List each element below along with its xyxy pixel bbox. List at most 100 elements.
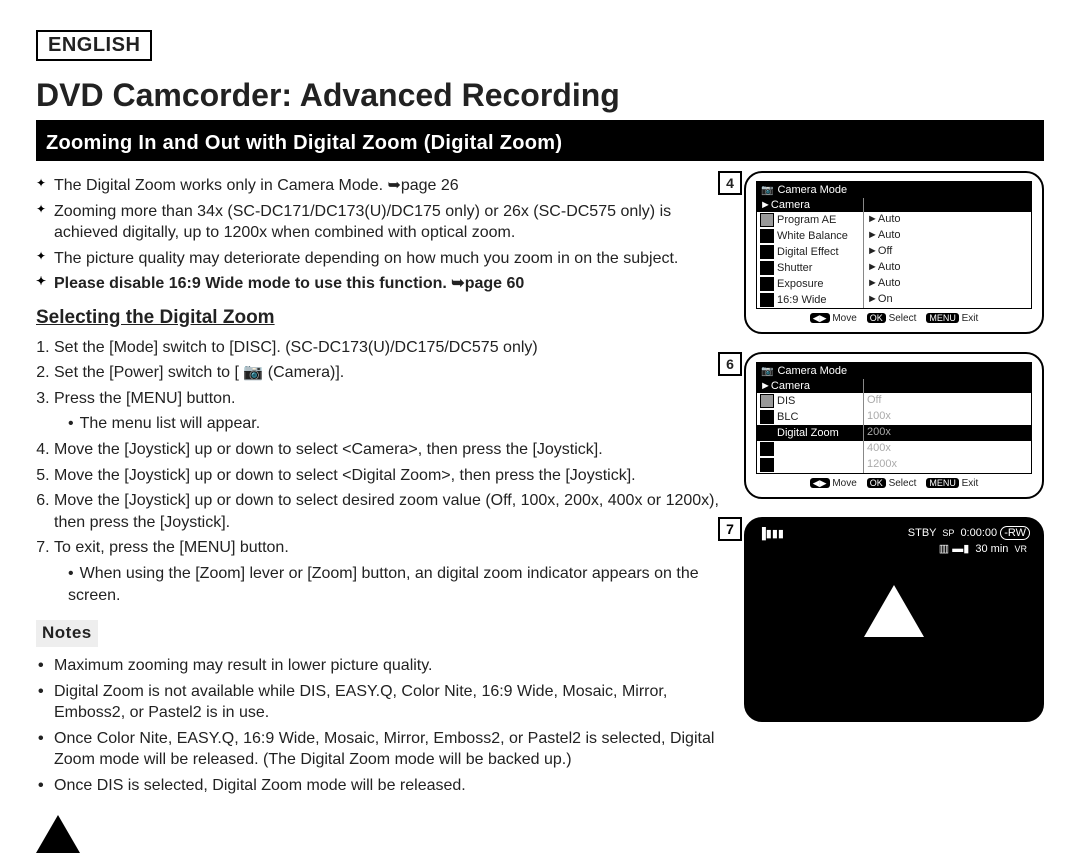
menu-row: 400x xyxy=(757,441,1031,457)
row-value: 100x xyxy=(864,409,1031,425)
step-item: Move the [Joystick] up or down to select… xyxy=(54,439,726,461)
menu-row: White Balance ►Auto xyxy=(757,228,1031,244)
row-icon xyxy=(760,245,774,259)
step-item: Press the [MENU] button. The menu list w… xyxy=(54,388,726,435)
intro-item: The picture quality may deteriorate depe… xyxy=(36,248,726,270)
notes-list: Maximum zooming may result in lower pict… xyxy=(36,655,726,797)
row-label: 16:9 Wide xyxy=(777,294,827,306)
step-text: Move the [Joystick] up or down to select… xyxy=(54,492,719,531)
step-item: Set the [Mode] switch to [DISC]. (SC-DC1… xyxy=(54,337,726,359)
language-box: ENGLISH xyxy=(36,30,152,61)
row-label: Digital Zoom xyxy=(777,427,839,439)
footer-select: Select xyxy=(889,313,917,324)
row-icon xyxy=(760,213,774,227)
move-icon: ◀▶ xyxy=(810,478,830,488)
step-text: Move the [Joystick] up or down to select… xyxy=(54,441,603,458)
row-label: Exposure xyxy=(777,278,823,290)
footer-move: Move xyxy=(832,478,856,489)
page-number: 62 xyxy=(51,796,65,811)
row-label: Shutter xyxy=(777,262,812,274)
time-counter: 0:00:00 xyxy=(960,527,997,539)
row-value: ►Off xyxy=(864,244,1031,260)
menu-row: 1200x xyxy=(757,457,1031,473)
zoom-indicator-icon xyxy=(864,585,924,637)
section-subtitle: Zooming In and Out with Digital Zoom (Di… xyxy=(36,126,1044,161)
menu-row: 16:9 Wide ►On xyxy=(757,292,1031,308)
row-icon xyxy=(760,394,774,408)
row-label: BLC xyxy=(777,411,798,423)
page-triangle-icon: 62 xyxy=(36,815,80,853)
row-value: 200x xyxy=(864,425,1031,441)
disc-type: -RW xyxy=(1000,526,1030,540)
row-icon xyxy=(760,293,774,307)
lcd-menu: Camera Mode ►Camera Program AE ►Auto Whit… xyxy=(756,181,1032,309)
step-item: Move the [Joystick] up or down to select… xyxy=(54,465,726,487)
menu-mode-title: Camera Mode xyxy=(757,363,1031,379)
lcd-screenshot-6: 6 Camera Mode ►Camera DISOff BLC100x Dig… xyxy=(744,352,1044,499)
step-text: To exit, press the [MENU] button. xyxy=(54,539,289,556)
row-label: DIS xyxy=(777,395,795,407)
footer-move: Move xyxy=(832,313,856,324)
step-text: Set the [Power] switch to [ 📷 (Camera)]. xyxy=(54,364,344,381)
step-item: Move the [Joystick] up or down to select… xyxy=(54,490,726,533)
row-icon xyxy=(760,261,774,275)
menu-tab-label: ►Camera xyxy=(757,379,864,393)
step-sub: When using the [Zoom] lever or [Zoom] bu… xyxy=(68,563,726,606)
lcd-second-row: ▥ ▬▮ 30 min VR xyxy=(758,542,1030,555)
lcd-topbar: ▐▮▮▮ STBY SP 0:00:00 -RW xyxy=(758,527,1030,540)
menu-row: DISOff xyxy=(757,393,1031,409)
two-column-layout: The Digital Zoom works only in Camera Mo… xyxy=(36,171,1044,801)
footer-select: Select xyxy=(889,478,917,489)
sp-badge: SP xyxy=(939,528,957,538)
intro-item: The Digital Zoom works only in Camera Mo… xyxy=(36,175,726,197)
menu-row: Shutter ►Auto xyxy=(757,260,1031,276)
row-value: ►Auto xyxy=(864,260,1031,276)
step-text: Press the [MENU] button. xyxy=(54,390,235,407)
screenshot-column: 4 Camera Mode ►Camera Program AE►Auto Wh… xyxy=(744,171,1044,801)
battery-icon: ▥ ▬▮ xyxy=(939,543,970,555)
menu-row-selected: Digital Zoom 200x xyxy=(757,425,1031,441)
menu-row: Digital Effect ►Off xyxy=(757,244,1031,260)
row-icon xyxy=(760,410,774,424)
vr-badge: VR xyxy=(1011,544,1030,554)
row-icon xyxy=(760,229,774,243)
row-value: ►Auto xyxy=(864,228,1031,244)
lcd-screenshot-4: 4 Camera Mode ►Camera Program AE►Auto Wh… xyxy=(744,171,1044,334)
page-number-badge: 62 xyxy=(36,815,80,853)
menu-tab: ►Camera xyxy=(757,198,1031,212)
row-label: Program AE xyxy=(777,214,836,226)
select-icon: OK xyxy=(867,313,886,323)
note-item: Once Color Nite, EASY.Q, 16:9 Wide, Mosa… xyxy=(36,728,726,771)
note-item: Once DIS is selected, Digital Zoom mode … xyxy=(36,775,726,797)
row-label: White Balance xyxy=(777,230,848,242)
row-value: 400x xyxy=(864,441,1031,457)
note-item: Maximum zooming may result in lower pict… xyxy=(36,655,726,677)
move-icon: ◀▶ xyxy=(810,313,830,323)
row-value: ►Auto xyxy=(864,212,1031,228)
step-text: Set the [Mode] switch to [DISC]. (SC-DC1… xyxy=(54,339,538,356)
footer-exit: Exit xyxy=(962,478,979,489)
row-icon xyxy=(760,442,774,456)
exit-icon: MENU xyxy=(926,478,959,488)
lcd-screenshot-7: 7 ▐▮▮▮ STBY SP 0:00:00 -RW ▥ ▬▮ 30 min V… xyxy=(744,517,1044,722)
step-text: Move the [Joystick] up or down to select… xyxy=(54,467,636,484)
intro-item: Zooming more than 34x (SC-DC171/DC173(U)… xyxy=(36,201,726,244)
remaining-time: 30 min xyxy=(975,543,1008,555)
lcd-footer: ◀▶ Move OK Select MENU Exit xyxy=(756,309,1032,324)
lcd-menu: Camera Mode ►Camera DISOff BLC 100x Digit… xyxy=(756,362,1032,474)
step-badge-7: 7 xyxy=(718,517,742,541)
text-column: The Digital Zoom works only in Camera Mo… xyxy=(36,171,726,801)
row-label: Digital Effect xyxy=(777,246,839,258)
menu-mode-title: Camera Mode xyxy=(757,182,1031,198)
row-icon xyxy=(760,426,774,440)
step-item: Set the [Power] switch to [ 📷 (Camera)]. xyxy=(54,362,726,384)
step-badge-6: 6 xyxy=(718,352,742,376)
steps-list: Set the [Mode] switch to [DISC]. (SC-DC1… xyxy=(54,337,726,607)
manual-page: ENGLISH DVD Camcorder: Advanced Recordin… xyxy=(0,0,1080,865)
step-sub: The menu list will appear. xyxy=(68,413,726,435)
footer-exit: Exit xyxy=(962,313,979,324)
intro-item: Please disable 16:9 Wide mode to use thi… xyxy=(36,273,726,295)
intro-list: The Digital Zoom works only in Camera Mo… xyxy=(36,175,726,295)
row-value: ►On xyxy=(864,292,1031,308)
page-title: DVD Camcorder: Advanced Recording xyxy=(36,77,1044,114)
